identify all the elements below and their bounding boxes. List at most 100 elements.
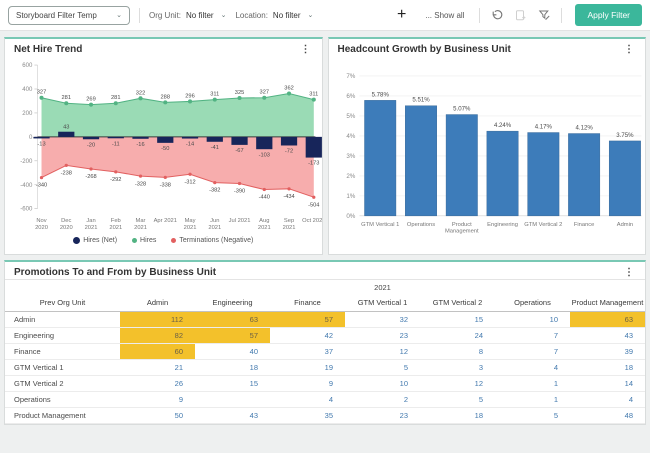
promotion-cell[interactable]: 7: [495, 344, 570, 360]
terminations-point[interactable]: [163, 175, 167, 179]
headcount-chart-svg[interactable]: 0% 1% 2% 3% 4% 5% 6% 7% 5.78% GTM Vertical 1 5.51%…: [329, 56, 646, 254]
promotion-cell[interactable]: 5: [345, 360, 420, 376]
apply-filter-button[interactable]: Apply Filter: [575, 4, 642, 26]
promotion-cell-highlighted[interactable]: 63: [570, 311, 645, 328]
hires-point[interactable]: [39, 95, 44, 100]
promotion-cell[interactable]: 12: [420, 376, 495, 392]
promotion-cell[interactable]: 43: [195, 408, 270, 424]
promotion-cell-highlighted[interactable]: 82: [120, 327, 195, 344]
net-bar[interactable]: [132, 136, 149, 139]
hires-point[interactable]: [64, 101, 69, 106]
headcount-bar[interactable]: [486, 130, 518, 217]
net-bar[interactable]: [33, 136, 50, 139]
promotion-cell[interactable]: 18: [195, 360, 270, 376]
terminations-point[interactable]: [188, 172, 192, 176]
promotion-cell[interactable]: 10: [345, 376, 420, 392]
terminations-point[interactable]: [89, 167, 93, 171]
promotion-cell[interactable]: 48: [570, 408, 645, 424]
promotion-cell-highlighted[interactable]: 63: [195, 311, 270, 328]
terminations-point[interactable]: [287, 187, 291, 191]
terminations-point[interactable]: [39, 175, 44, 180]
location-filter[interactable]: Location: No filter ⌄: [235, 11, 313, 20]
promotion-cell[interactable]: 3: [420, 360, 495, 376]
promotion-cell[interactable]: 14: [570, 376, 645, 392]
promotion-cell[interactable]: 8: [420, 344, 495, 360]
net-bar[interactable]: [206, 136, 223, 142]
net-bar[interactable]: [181, 136, 199, 139]
promotion-cell[interactable]: 4: [570, 392, 645, 408]
net-bar[interactable]: [280, 136, 298, 146]
hires-point[interactable]: [138, 96, 143, 101]
promotion-cell[interactable]: 15: [195, 376, 270, 392]
promotion-cell[interactable]: 26: [120, 376, 195, 392]
promotion-cell[interactable]: 50: [120, 408, 195, 424]
promotion-cell[interactable]: 43: [570, 328, 645, 344]
promotion-cell[interactable]: 12: [345, 344, 420, 360]
headcount-bar[interactable]: [404, 105, 437, 217]
promotion-cell[interactable]: 9: [120, 392, 195, 408]
promotion-cell-highlighted[interactable]: 57: [270, 311, 345, 328]
save-filter-icon[interactable]: [513, 8, 528, 23]
promotion-cell[interactable]: 7: [495, 328, 570, 344]
kebab-menu-icon[interactable]: ⋮: [622, 44, 636, 55]
hires-point[interactable]: [113, 101, 118, 106]
promotion-cell[interactable]: 23: [345, 408, 420, 424]
promotion-cell[interactable]: 10: [495, 312, 570, 328]
promotion-cell[interactable]: 37: [270, 344, 345, 360]
headcount-bar[interactable]: [445, 114, 478, 217]
hires-point[interactable]: [163, 100, 168, 105]
headcount-bar[interactable]: [567, 133, 600, 217]
promotion-cell[interactable]: [195, 392, 270, 408]
promotion-cell[interactable]: 4: [495, 360, 570, 376]
net-bar[interactable]: [305, 136, 322, 158]
hires-point[interactable]: [311, 97, 316, 102]
promotion-cell-highlighted[interactable]: 60: [120, 343, 195, 360]
promotion-cell[interactable]: 40: [195, 344, 270, 360]
promotion-cell[interactable]: 39: [570, 344, 645, 360]
promotion-cell[interactable]: 24: [420, 328, 495, 344]
hires-area[interactable]: [41, 93, 314, 137]
promotion-cell[interactable]: 1: [495, 392, 570, 408]
promotion-cell[interactable]: 42: [270, 328, 345, 344]
promotion-cell[interactable]: 2: [345, 392, 420, 408]
promotion-cell[interactable]: 5: [420, 392, 495, 408]
terminations-point[interactable]: [138, 174, 143, 178]
promotion-cell[interactable]: 21: [120, 360, 195, 376]
hires-point[interactable]: [88, 102, 94, 107]
headcount-bar[interactable]: [608, 140, 641, 217]
net-bar[interactable]: [107, 136, 124, 139]
kebab-menu-icon[interactable]: ⋮: [622, 267, 636, 278]
promotion-cell[interactable]: 5: [495, 408, 570, 424]
net-bar[interactable]: [157, 136, 174, 143]
terminations-area[interactable]: [41, 136, 314, 198]
net-bar[interactable]: [82, 136, 100, 140]
hires-point[interactable]: [237, 95, 242, 100]
net-bar[interactable]: [58, 131, 75, 137]
undo-icon[interactable]: [489, 8, 504, 23]
promotion-cell[interactable]: 35: [270, 408, 345, 424]
add-filter-icon[interactable]: +: [393, 7, 410, 23]
hires-point[interactable]: [188, 99, 193, 104]
headcount-bar[interactable]: [363, 100, 396, 217]
terminations-point[interactable]: [312, 195, 316, 199]
headcount-bar[interactable]: [526, 132, 559, 217]
promotion-cell[interactable]: 18: [420, 408, 495, 424]
net-bar[interactable]: [256, 136, 273, 150]
terminations-point[interactable]: [237, 181, 242, 186]
promotion-cell[interactable]: 9: [270, 376, 345, 392]
org-unit-filter[interactable]: Org Unit: No filter ⌄: [149, 11, 226, 20]
promotion-cell[interactable]: 1: [495, 376, 570, 392]
storyboard-filter-dropdown[interactable]: Storyboard Filter Temp ⌄: [8, 5, 130, 25]
terminations-point[interactable]: [262, 187, 266, 192]
hires-point[interactable]: [287, 91, 292, 96]
promotion-cell[interactable]: 19: [270, 360, 345, 376]
terminations-point[interactable]: [114, 170, 118, 174]
show-all-button[interactable]: ... Show all: [425, 11, 464, 20]
kebab-menu-icon[interactable]: ⋮: [299, 44, 313, 55]
hires-point[interactable]: [212, 97, 217, 102]
promotion-cell[interactable]: 23: [345, 328, 420, 344]
hires-point[interactable]: [262, 95, 267, 100]
promotion-cell[interactable]: 15: [420, 312, 495, 328]
promotion-cell[interactable]: 4: [270, 392, 345, 408]
terminations-point[interactable]: [213, 180, 217, 185]
